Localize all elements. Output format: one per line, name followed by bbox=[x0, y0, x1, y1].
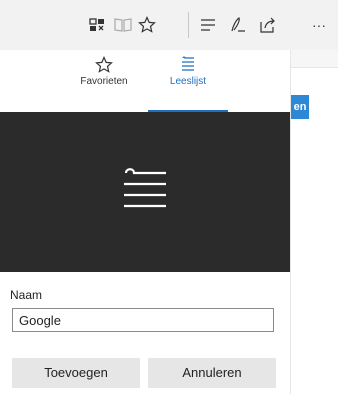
page-content-behind: en bbox=[290, 50, 338, 394]
add-button[interactable]: Toevoegen bbox=[12, 358, 140, 388]
tab-favorieten[interactable]: Favorieten bbox=[64, 50, 144, 112]
favorite-star-icon[interactable] bbox=[136, 14, 158, 36]
browser-toolbar: ··· bbox=[0, 0, 338, 50]
reading-view-icon[interactable] bbox=[112, 14, 134, 36]
tab-leeslijst[interactable]: Leeslijst bbox=[148, 50, 228, 112]
add-notes-icon[interactable] bbox=[86, 14, 108, 36]
page-topbar bbox=[291, 50, 338, 68]
tab-label: Leeslijst bbox=[169, 76, 207, 87]
reading-list-icon bbox=[118, 167, 172, 218]
name-label: Naam bbox=[10, 288, 43, 302]
page-button-fragment[interactable]: en bbox=[291, 95, 309, 119]
cancel-button[interactable]: Annuleren bbox=[148, 358, 276, 388]
page-preview-thumbnail bbox=[0, 112, 290, 272]
hub-icon[interactable] bbox=[196, 14, 220, 36]
tab-label: Favorieten bbox=[80, 76, 128, 87]
star-icon bbox=[95, 56, 113, 74]
toolbar-separator bbox=[188, 12, 189, 38]
add-to-panel: Favorieten Leeslijst Naam Toevoegen Annu… bbox=[0, 50, 290, 394]
reading-list-icon bbox=[179, 56, 197, 74]
more-icon[interactable]: ··· bbox=[304, 14, 334, 36]
web-note-icon[interactable] bbox=[226, 14, 250, 36]
share-icon[interactable] bbox=[256, 14, 280, 36]
name-input[interactable] bbox=[12, 308, 274, 332]
